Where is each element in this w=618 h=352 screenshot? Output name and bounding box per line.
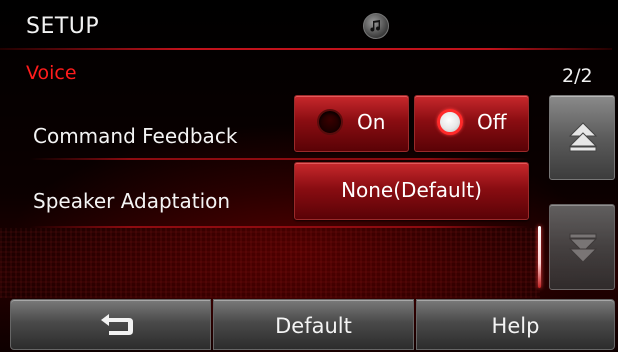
radio-unselected-icon	[317, 109, 343, 135]
on-option-label: On	[357, 110, 386, 134]
scroll-down-icon	[569, 233, 597, 263]
setup-screen: SETUP Voice 2/2 Command Feedback On Off …	[0, 0, 618, 352]
section-title: Voice	[26, 62, 77, 84]
speaker-adaptation-button[interactable]: None(Default)	[294, 162, 529, 220]
header-divider	[0, 48, 612, 50]
help-button-label: Help	[491, 314, 540, 338]
speaker-adaptation-value: None(Default)	[341, 178, 482, 202]
help-button[interactable]: Help	[416, 299, 615, 350]
radio-selected-icon	[437, 109, 463, 135]
scroll-up-button[interactable]	[549, 95, 615, 180]
default-button-label: Default	[275, 314, 352, 338]
off-option-label: Off	[477, 110, 507, 134]
scroll-position-indicator	[538, 226, 541, 288]
command-feedback-label: Command Feedback	[33, 124, 238, 148]
speaker-adaptation-label: Speaker Adaptation	[33, 189, 231, 213]
scroll-up-icon	[569, 122, 597, 152]
back-button[interactable]	[10, 299, 211, 350]
row-divider	[30, 226, 530, 228]
command-feedback-on-button[interactable]: On	[294, 95, 409, 152]
music-note-icon[interactable]	[363, 13, 389, 39]
page-indicator: 2/2	[562, 65, 593, 87]
page-title: SETUP	[26, 14, 100, 39]
back-arrow-icon	[101, 314, 133, 335]
scroll-down-button[interactable]	[549, 204, 615, 290]
default-button[interactable]: Default	[213, 299, 414, 350]
command-feedback-off-button[interactable]: Off	[414, 95, 529, 152]
background-texture	[0, 228, 540, 298]
row-divider	[30, 158, 530, 160]
